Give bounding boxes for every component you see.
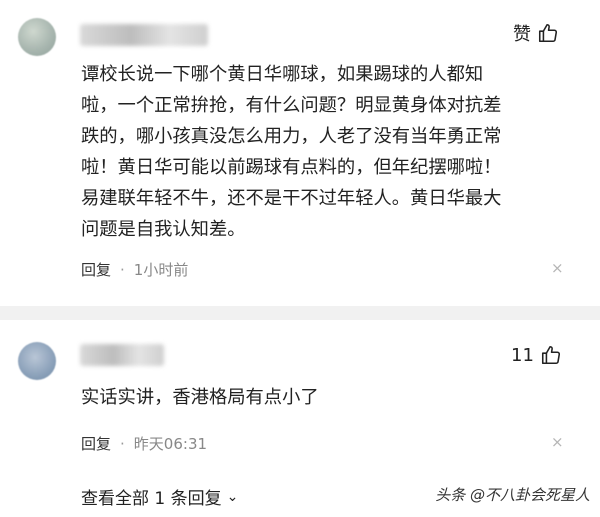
comment-meta: 回复 · 昨天06:31 [81, 433, 207, 454]
chevron-down-icon: ⌄ [226, 488, 239, 505]
comment-text-line: 问题是自我认知差。 [81, 219, 246, 240]
separator-dot: · [120, 260, 125, 279]
comment-text: 实话实讲，香港格局有点小了 [81, 382, 581, 413]
close-icon[interactable]: × [551, 435, 564, 450]
username-blurred[interactable] [80, 24, 208, 46]
thumbs-up-icon [541, 345, 560, 365]
timestamp: 昨天06:31 [133, 435, 208, 453]
reply-button[interactable]: 回复 [81, 433, 111, 454]
comment-text-line: 跌的，哪小孩真没怎么用力，人老了没有当年勇正常 [81, 126, 502, 147]
comment-text-line: 啦，一个正常拚抢，有什么问题？明显黄身体对抗差 [81, 95, 502, 116]
comment-text-line: 实话实讲，香港格局有点小了 [81, 387, 319, 408]
watermark: 头条 @不八卦会死星人 [435, 486, 590, 504]
reply-button[interactable]: 回复 [81, 259, 111, 280]
avatar[interactable] [18, 18, 56, 56]
like-button[interactable]: 11 [511, 344, 562, 366]
view-replies-button[interactable]: 查看全部 1 条回复 ⌄ [81, 484, 239, 510]
view-replies-label: 查看全部 1 条回复 [81, 489, 222, 509]
separator-dot: · [120, 434, 125, 453]
username-blurred[interactable] [80, 344, 164, 366]
timestamp: 1小时前 [133, 261, 189, 279]
close-icon[interactable]: × [551, 261, 564, 276]
comment-text-line: 易建联年轻不牛，还不是干不过年轻人。黄日华最大 [81, 188, 502, 209]
thumbs-up-icon [538, 23, 558, 43]
like-label: 赞 [513, 24, 531, 45]
comment-text-line: 啦！黄日华可能以前踢球有点料的，但年纪摆哪啦！ [81, 157, 502, 178]
comment-text-line: 谭校长说一下哪个黄日华哪球，如果踢球的人都知 [81, 64, 484, 85]
divider [0, 306, 600, 320]
like-button[interactable]: 赞 [513, 20, 559, 46]
like-count: 11 [511, 344, 534, 366]
comment-meta: 回复 · 1小时前 [81, 259, 188, 280]
comment-text: 谭校长说一下哪个黄日华哪球，如果踢球的人都知 啦，一个正常拚抢，有什么问题？明显… [81, 59, 581, 245]
avatar[interactable] [18, 342, 56, 380]
